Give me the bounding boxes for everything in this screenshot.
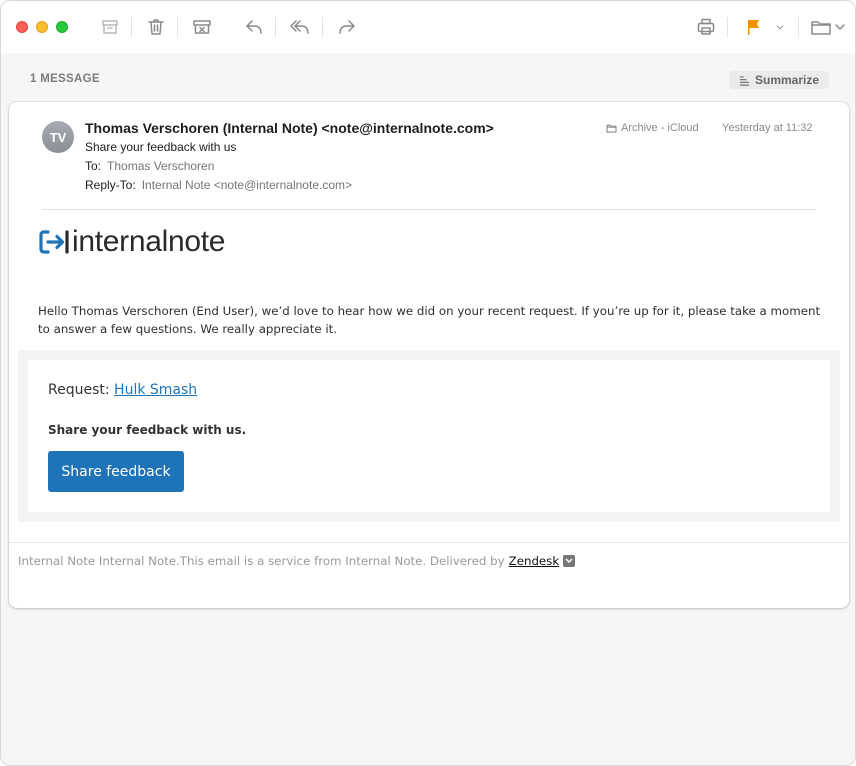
toolbar-separator: [727, 17, 728, 37]
mailbox-label: Archive - iCloud: [621, 122, 699, 134]
message-count: 1 MESSAGE: [30, 73, 100, 85]
archive-icon[interactable]: [98, 15, 122, 39]
zoom-window-button[interactable]: [56, 21, 68, 33]
logo-text: internalnote: [72, 225, 226, 258]
mailbox-location[interactable]: Archive - iCloud: [606, 122, 699, 134]
summarize-label: Summarize: [754, 73, 820, 87]
message-date: Yesterday at 11:32: [722, 122, 813, 134]
header-divider: [42, 209, 816, 210]
feedback-panel-inner: Request: Hulk Smash Share your feedback …: [28, 360, 830, 512]
footer-text: Internal Note Internal Note.This email i…: [18, 554, 505, 568]
message-card: TV Thomas Verschoren (Internal Note) <no…: [9, 102, 849, 608]
toolbar-separator: [322, 17, 323, 37]
to-row: To: Thomas Verschoren: [85, 159, 214, 173]
sender[interactable]: Thomas Verschoren (Internal Note) <note@…: [85, 120, 494, 136]
toolbar: [1, 1, 855, 53]
folder-icon: [606, 124, 617, 133]
footer: Internal Note Internal Note.This email i…: [18, 554, 576, 568]
toolbar-separator: [275, 17, 276, 37]
chevron-down-icon[interactable]: [563, 555, 576, 567]
request-link[interactable]: Hulk Smash: [114, 382, 197, 398]
mail-window: 1 MESSAGE Summarize TV Thomas Verschoren…: [0, 0, 856, 766]
avatar: TV: [42, 121, 74, 153]
chevron-down-icon[interactable]: [773, 15, 787, 39]
internalnote-logo: internalnote: [39, 227, 225, 257]
flag-icon[interactable]: [741, 15, 765, 39]
junk-icon[interactable]: [190, 15, 214, 39]
toolbar-separator: [798, 17, 799, 37]
footer-divider: [9, 542, 849, 543]
request-label: Request:: [48, 382, 110, 398]
reply-to-address[interactable]: Internal Note <note@internalnote.com>: [142, 178, 352, 192]
intro-paragraph: Hello Thomas Verschoren (End User), we’d…: [38, 304, 821, 336]
zendesk-link[interactable]: Zendesk: [509, 554, 560, 568]
reply-to-label: Reply-To:: [85, 178, 136, 192]
forward-icon[interactable]: [335, 15, 359, 39]
toolbar-separator: [131, 17, 132, 37]
to-label: To:: [85, 159, 102, 173]
summarize-button[interactable]: Summarize: [729, 71, 829, 89]
reply-icon[interactable]: [242, 15, 266, 39]
share-prompt: Share your feedback with us.: [48, 423, 247, 437]
to-recipient[interactable]: Thomas Verschoren: [107, 159, 214, 173]
minimize-window-button[interactable]: [36, 21, 48, 33]
share-feedback-button[interactable]: Share feedback: [48, 451, 184, 492]
summarize-icon: [739, 75, 750, 86]
subject: Share your feedback with us: [85, 140, 237, 154]
feedback-panel: Request: Hulk Smash Share your feedback …: [18, 350, 840, 522]
close-window-button[interactable]: [16, 21, 28, 33]
print-icon[interactable]: [694, 15, 718, 39]
trash-icon[interactable]: [144, 15, 168, 39]
toolbar-separator: [177, 17, 178, 37]
internalnote-logo-icon: [39, 230, 69, 254]
request-line: Request: Hulk Smash: [48, 382, 197, 398]
move-to-folder-icon[interactable]: [810, 15, 846, 39]
reply-to-row: Reply-To: Internal Note <note@internalnot…: [85, 178, 352, 192]
reply-all-icon[interactable]: [288, 15, 312, 39]
